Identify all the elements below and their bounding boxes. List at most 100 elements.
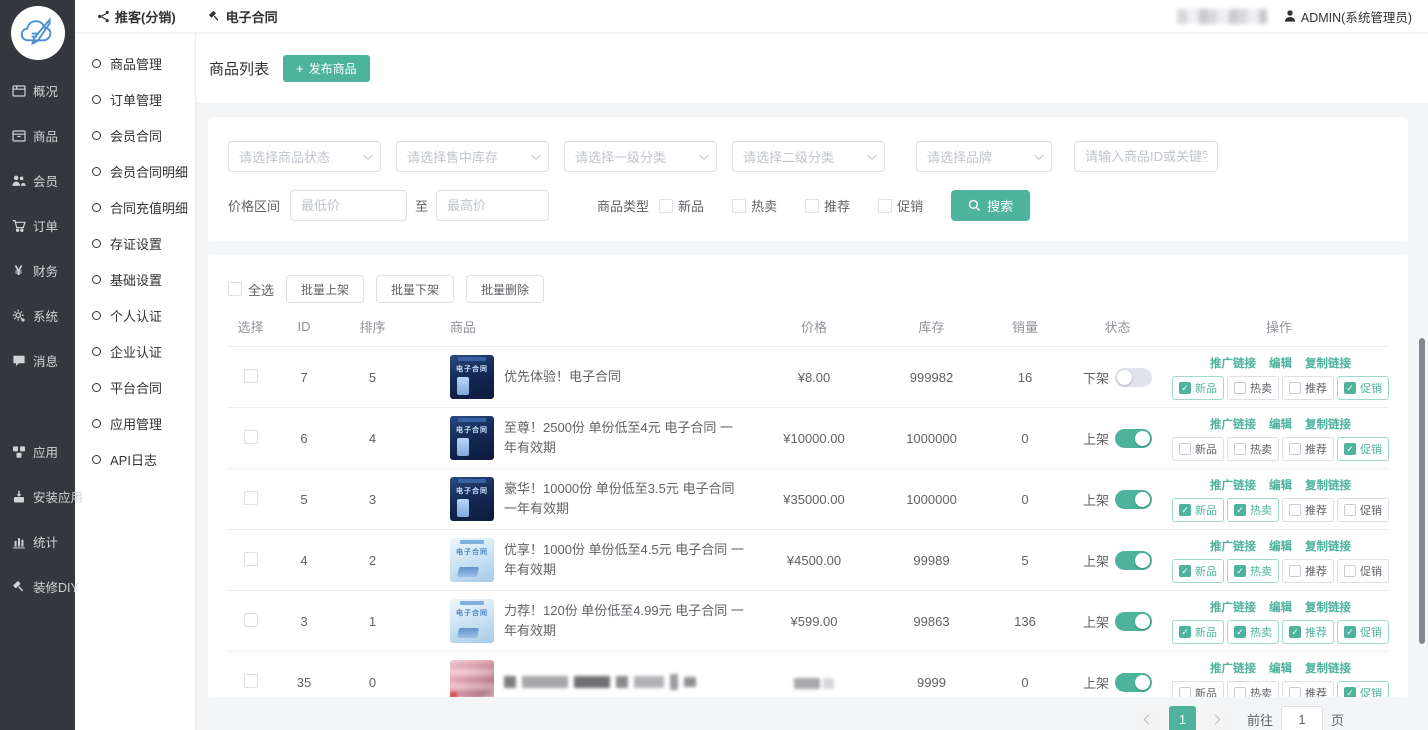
tag-hot[interactable]: ✓热卖	[1227, 559, 1279, 583]
tag-recommend[interactable]: ✓推荐	[1282, 620, 1334, 644]
status-toggle[interactable]	[1115, 673, 1152, 692]
sidebar-item-system[interactable]: 系统	[0, 293, 75, 338]
next-page-button[interactable]	[1204, 706, 1231, 730]
submenu-item-goods-management[interactable]: 商品管理	[75, 45, 195, 81]
row-checkbox[interactable]	[244, 674, 258, 688]
category-level2-select[interactable]: 请选择二级分类	[732, 141, 885, 172]
tag-new[interactable]: ✓新品	[1172, 559, 1224, 583]
search-button[interactable]: 搜索	[951, 190, 1030, 221]
promotion-link[interactable]: 推广链接	[1210, 538, 1256, 554]
keyword-input[interactable]	[1074, 141, 1218, 172]
sidebar-item-install-apps[interactable]: 安装应用	[0, 474, 75, 519]
tag-hot[interactable]: 热卖	[1227, 681, 1279, 698]
submenu-item-enterprise-auth[interactable]: 企业认证	[75, 333, 195, 369]
admin-menu[interactable]: ADMIN(系统管理员)	[1283, 7, 1412, 26]
stock-select[interactable]: 请选择售中库存	[396, 141, 549, 172]
status-toggle[interactable]	[1115, 368, 1152, 387]
sidebar-item-orders[interactable]: 订单	[0, 203, 75, 248]
submenu-item-app-management[interactable]: 应用管理	[75, 405, 195, 441]
tag-promo[interactable]: ✓促销	[1337, 376, 1389, 400]
tab-electronic-contract[interactable]: 电子合同	[208, 7, 278, 26]
promotion-link[interactable]: 推广链接	[1210, 355, 1256, 371]
tag-promo[interactable]: ✓促销	[1337, 681, 1389, 698]
promotion-link[interactable]: 推广链接	[1210, 660, 1256, 676]
product-thumbnail[interactable]: 电子合同	[450, 477, 494, 521]
category-level1-select[interactable]: 请选择一级分类	[564, 141, 717, 172]
product-thumbnail[interactable]: 电子合同	[450, 538, 494, 582]
copy-link[interactable]: 复制链接	[1305, 355, 1351, 371]
tag-recommend[interactable]: 推荐	[1282, 559, 1334, 583]
row-checkbox[interactable]	[244, 613, 258, 627]
submenu-item-basic-settings[interactable]: 基础设置	[75, 261, 195, 297]
promotion-link[interactable]: 推广链接	[1210, 477, 1256, 493]
tag-recommend[interactable]: 推荐	[1282, 376, 1334, 400]
goto-page-input[interactable]	[1281, 706, 1323, 730]
promotion-link[interactable]: 推广链接	[1210, 416, 1256, 432]
copy-link[interactable]: 复制链接	[1305, 416, 1351, 432]
status-toggle[interactable]	[1115, 551, 1152, 570]
tag-promo[interactable]: 促销	[1337, 498, 1389, 522]
edit-link[interactable]: 编辑	[1269, 660, 1292, 676]
type-checkbox-recommend[interactable]	[805, 199, 819, 213]
copy-link[interactable]: 复制链接	[1305, 538, 1351, 554]
tag-recommend[interactable]: 推荐	[1282, 498, 1334, 522]
sidebar-item-apps[interactable]: 应用	[0, 429, 75, 474]
app-logo[interactable]	[11, 6, 65, 60]
row-checkbox[interactable]	[244, 430, 258, 444]
submenu-item-evidence-settings[interactable]: 存证设置	[75, 225, 195, 261]
submenu-item-member-contract[interactable]: 会员合同	[75, 117, 195, 153]
batch-off-shelf-button[interactable]: 批量下架	[376, 275, 454, 303]
tag-hot[interactable]: ✓热卖	[1227, 620, 1279, 644]
prev-page-button[interactable]	[1134, 706, 1161, 730]
copy-link[interactable]: 复制链接	[1305, 660, 1351, 676]
vertical-scrollbar-thumb[interactable]	[1419, 338, 1425, 644]
sidebar-item-messages[interactable]: 消息	[0, 338, 75, 383]
max-price-input[interactable]	[436, 190, 549, 221]
type-checkbox-promo[interactable]	[878, 199, 892, 213]
tag-new[interactable]: 新品	[1172, 437, 1224, 461]
batch-on-shelf-button[interactable]: 批量上架	[286, 275, 364, 303]
tag-promo[interactable]: ✓促销	[1337, 437, 1389, 461]
submenu-item-member-contract-detail[interactable]: 会员合同明细	[75, 153, 195, 189]
submenu-item-platform-contract[interactable]: 平台合同	[75, 369, 195, 405]
edit-link[interactable]: 编辑	[1269, 538, 1292, 554]
promotion-link[interactable]: 推广链接	[1210, 599, 1256, 615]
submenu-item-contract-recharge-detail[interactable]: 合同充值明细	[75, 189, 195, 225]
status-toggle[interactable]	[1115, 612, 1152, 631]
status-toggle[interactable]	[1115, 429, 1152, 448]
submenu-item-order-management[interactable]: 订单管理	[75, 81, 195, 117]
type-checkbox-hot[interactable]	[732, 199, 746, 213]
tag-recommend[interactable]: 推荐	[1282, 681, 1334, 698]
tag-promo[interactable]: ✓促销	[1337, 620, 1389, 644]
product-status-select[interactable]: 请选择商品状态	[228, 141, 381, 172]
edit-link[interactable]: 编辑	[1269, 599, 1292, 615]
edit-link[interactable]: 编辑	[1269, 416, 1292, 432]
tag-new[interactable]: ✓新品	[1172, 498, 1224, 522]
row-checkbox[interactable]	[244, 369, 258, 383]
select-all-checkbox[interactable]	[228, 282, 242, 296]
sidebar-item-finance[interactable]: ¥财务	[0, 248, 75, 293]
tag-hot[interactable]: ✓热卖	[1227, 498, 1279, 522]
copy-link[interactable]: 复制链接	[1305, 599, 1351, 615]
tab-tuike-distribution[interactable]: 推客(分销)	[97, 7, 176, 26]
product-thumbnail[interactable]: 电子合同	[450, 599, 494, 643]
tag-new[interactable]: ✓新品	[1172, 376, 1224, 400]
copy-link[interactable]: 复制链接	[1305, 477, 1351, 493]
sidebar-item-members[interactable]: 会员	[0, 158, 75, 203]
tag-hot[interactable]: 热卖	[1227, 376, 1279, 400]
submenu-item-api-log[interactable]: API日志	[75, 441, 195, 477]
batch-delete-button[interactable]: 批量删除	[466, 275, 544, 303]
product-thumbnail[interactable]	[450, 660, 494, 697]
tag-new[interactable]: 新品	[1172, 681, 1224, 698]
submenu-item-personal-auth[interactable]: 个人认证	[75, 297, 195, 333]
row-checkbox[interactable]	[244, 552, 258, 566]
tag-recommend[interactable]: 推荐	[1282, 437, 1334, 461]
sidebar-item-overview[interactable]: 概况	[0, 68, 75, 113]
product-thumbnail[interactable]: 电子合同	[450, 416, 494, 460]
tag-new[interactable]: ✓新品	[1172, 620, 1224, 644]
status-toggle[interactable]	[1115, 490, 1152, 509]
publish-product-button[interactable]: + 发布商品	[283, 55, 370, 82]
type-checkbox-new[interactable]	[659, 199, 673, 213]
min-price-input[interactable]	[290, 190, 407, 221]
sidebar-item-goods[interactable]: 商品	[0, 113, 75, 158]
